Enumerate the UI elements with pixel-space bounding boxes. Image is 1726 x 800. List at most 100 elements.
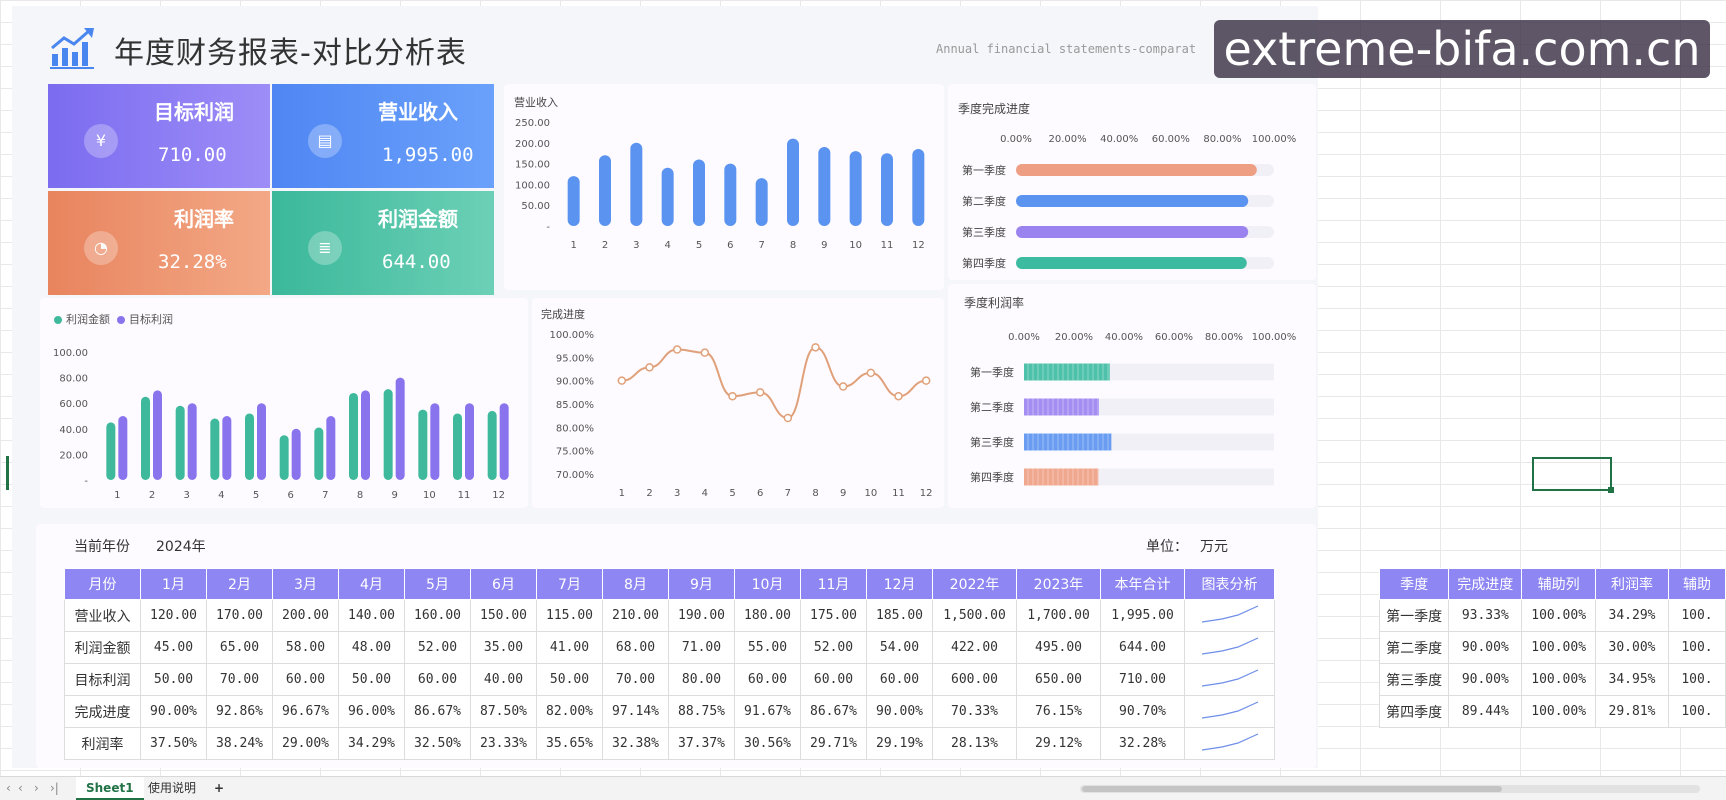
column-header[interactable]: 2022年 <box>932 568 1017 600</box>
row-label[interactable]: 完成进度 <box>64 695 141 728</box>
table-cell[interactable]: 32.28% <box>1100 727 1185 760</box>
table-cell[interactable]: 115.00 <box>536 599 603 632</box>
prev-sheet-icon[interactable]: ‹ <box>18 781 23 795</box>
table-cell[interactable]: 34.95% <box>1595 663 1669 696</box>
revenue-bar-chart[interactable]: -50.00100.00150.00200.00250.001 2 3 4 5 6 7 8 9 1… <box>504 110 944 280</box>
profit-compare-bar-chart[interactable]: -20.0040.0060.0080.00100.001 2 3 4 5 6 7 8 9 10 11… <box>40 330 528 502</box>
table-cell[interactable]: 90.00% <box>140 695 207 728</box>
table-cell[interactable]: 71.00 <box>668 631 735 664</box>
row-label[interactable]: 营业收入 <box>64 599 141 632</box>
table-cell[interactable]: 50.00 <box>140 663 207 696</box>
table-cell[interactable]: 70.00 <box>206 663 273 696</box>
column-header[interactable]: 10月 <box>734 568 801 600</box>
table-cell[interactable]: 29.71% <box>800 727 867 760</box>
column-header[interactable]: 4月 <box>338 568 405 600</box>
next-sheet-icon[interactable]: › <box>34 781 39 795</box>
row-label[interactable]: 目标利润 <box>64 663 141 696</box>
column-header[interactable]: 11月 <box>800 568 867 600</box>
sparkline-cell[interactable] <box>1184 695 1275 728</box>
table-cell[interactable]: 100.00% <box>1521 663 1597 696</box>
table-cell[interactable]: 29.00% <box>272 727 339 760</box>
column-header[interactable]: 利润率 <box>1595 568 1669 600</box>
table-cell[interactable]: 100. <box>1667 631 1726 664</box>
horizontal-scrollbar[interactable] <box>1080 785 1700 793</box>
column-header[interactable]: 月份 <box>64 568 141 600</box>
table-cell[interactable]: 60.00 <box>272 663 339 696</box>
table-cell[interactable]: 100. <box>1667 695 1726 728</box>
table-cell[interactable]: 96.67% <box>272 695 339 728</box>
row-label[interactable]: 第四季度 <box>1378 695 1450 728</box>
column-header[interactable]: 2月 <box>206 568 273 600</box>
completion-line-chart[interactable]: 70.00% 75.00% 80.00% 85.00% 90.00% 95.00% 100.… <box>532 324 944 504</box>
selected-cell[interactable] <box>1532 457 1614 493</box>
table-cell[interactable]: 28.13% <box>932 727 1017 760</box>
table-cell[interactable]: 48.00 <box>338 631 405 664</box>
table-cell[interactable]: 210.00 <box>602 599 669 632</box>
quarter-progress-chart[interactable]: 0.00% 20.00% 40.00% 60.00% 80.00% 100.00% 第一季度… <box>948 124 1316 274</box>
column-header[interactable]: 3月 <box>272 568 339 600</box>
table-cell[interactable]: 422.00 <box>932 631 1017 664</box>
table-cell[interactable]: 190.00 <box>668 599 735 632</box>
last-sheet-icon[interactable]: ›| <box>50 781 59 795</box>
quarter-profit-chart[interactable]: 0.00% 20.00% 40.00% 60.00% 80.00% 100.00% 第一季度… <box>948 322 1316 502</box>
column-header[interactable]: 2023年 <box>1016 568 1101 600</box>
table-cell[interactable]: 45.00 <box>140 631 207 664</box>
table-cell[interactable]: 185.00 <box>866 599 933 632</box>
column-header[interactable]: 季度 <box>1378 568 1450 600</box>
table-cell[interactable]: 35.65% <box>536 727 603 760</box>
sparkline-cell[interactable] <box>1184 663 1275 696</box>
table-cell[interactable]: 650.00 <box>1016 663 1101 696</box>
table-cell[interactable]: 97.14% <box>602 695 669 728</box>
first-sheet-icon[interactable]: ‹ <box>6 781 11 795</box>
column-header[interactable]: 完成进度 <box>1448 568 1523 600</box>
column-header[interactable]: 6月 <box>470 568 537 600</box>
add-sheet-button[interactable]: + <box>204 777 234 800</box>
table-cell[interactable]: 60.00 <box>866 663 933 696</box>
column-header[interactable]: 5月 <box>404 568 471 600</box>
table-cell[interactable]: 52.00 <box>404 631 471 664</box>
table-cell[interactable]: 86.67% <box>404 695 471 728</box>
table-cell[interactable]: 58.00 <box>272 631 339 664</box>
table-cell[interactable]: 175.00 <box>800 599 867 632</box>
table-cell[interactable]: 100. <box>1667 663 1726 696</box>
table-cell[interactable]: 100.00% <box>1521 695 1597 728</box>
table-cell[interactable]: 50.00 <box>338 663 405 696</box>
kpi-card-revenue[interactable]: ▤ 营业收入 1,995.00 <box>272 84 494 188</box>
table-cell[interactable]: 100.00% <box>1521 599 1597 632</box>
column-header[interactable]: 图表分析 <box>1184 568 1275 600</box>
table-cell[interactable]: 32.38% <box>602 727 669 760</box>
table-cell[interactable]: 92.86% <box>206 695 273 728</box>
table-cell[interactable]: 37.37% <box>668 727 735 760</box>
table-cell[interactable]: 29.12% <box>1016 727 1101 760</box>
scrollbar-thumb[interactable] <box>1082 786 1502 792</box>
table-cell[interactable]: 41.00 <box>536 631 603 664</box>
row-label[interactable]: 利润率 <box>64 727 141 760</box>
sparkline-cell[interactable] <box>1184 599 1275 632</box>
table-cell[interactable]: 1,500.00 <box>932 599 1017 632</box>
table-cell[interactable]: 70.00 <box>602 663 669 696</box>
column-header[interactable]: 9月 <box>668 568 735 600</box>
table-cell[interactable]: 93.33% <box>1448 599 1523 632</box>
column-header[interactable]: 1月 <box>140 568 207 600</box>
row-label[interactable]: 第三季度 <box>1378 663 1450 696</box>
column-header[interactable]: 辅助列 <box>1521 568 1597 600</box>
table-cell[interactable]: 495.00 <box>1016 631 1101 664</box>
table-cell[interactable]: 100.00% <box>1521 631 1597 664</box>
table-cell[interactable]: 54.00 <box>866 631 933 664</box>
table-cell[interactable]: 52.00 <box>800 631 867 664</box>
table-cell[interactable]: 29.81% <box>1595 695 1669 728</box>
table-cell[interactable]: 29.19% <box>866 727 933 760</box>
table-cell[interactable]: 89.44% <box>1448 695 1523 728</box>
table-cell[interactable]: 70.33% <box>932 695 1017 728</box>
table-cell[interactable]: 100. <box>1667 599 1726 632</box>
table-cell[interactable]: 170.00 <box>206 599 273 632</box>
table-cell[interactable]: 1,995.00 <box>1100 599 1185 632</box>
kpi-card-profit-rate[interactable]: ◔ 利润率 32.28% <box>48 191 270 295</box>
table-cell[interactable]: 82.00% <box>536 695 603 728</box>
table-cell[interactable]: 180.00 <box>734 599 801 632</box>
table-cell[interactable]: 32.50% <box>404 727 471 760</box>
column-header[interactable]: 12月 <box>866 568 933 600</box>
table-cell[interactable]: 60.00 <box>734 663 801 696</box>
table-cell[interactable]: 644.00 <box>1100 631 1185 664</box>
table-cell[interactable]: 23.33% <box>470 727 537 760</box>
